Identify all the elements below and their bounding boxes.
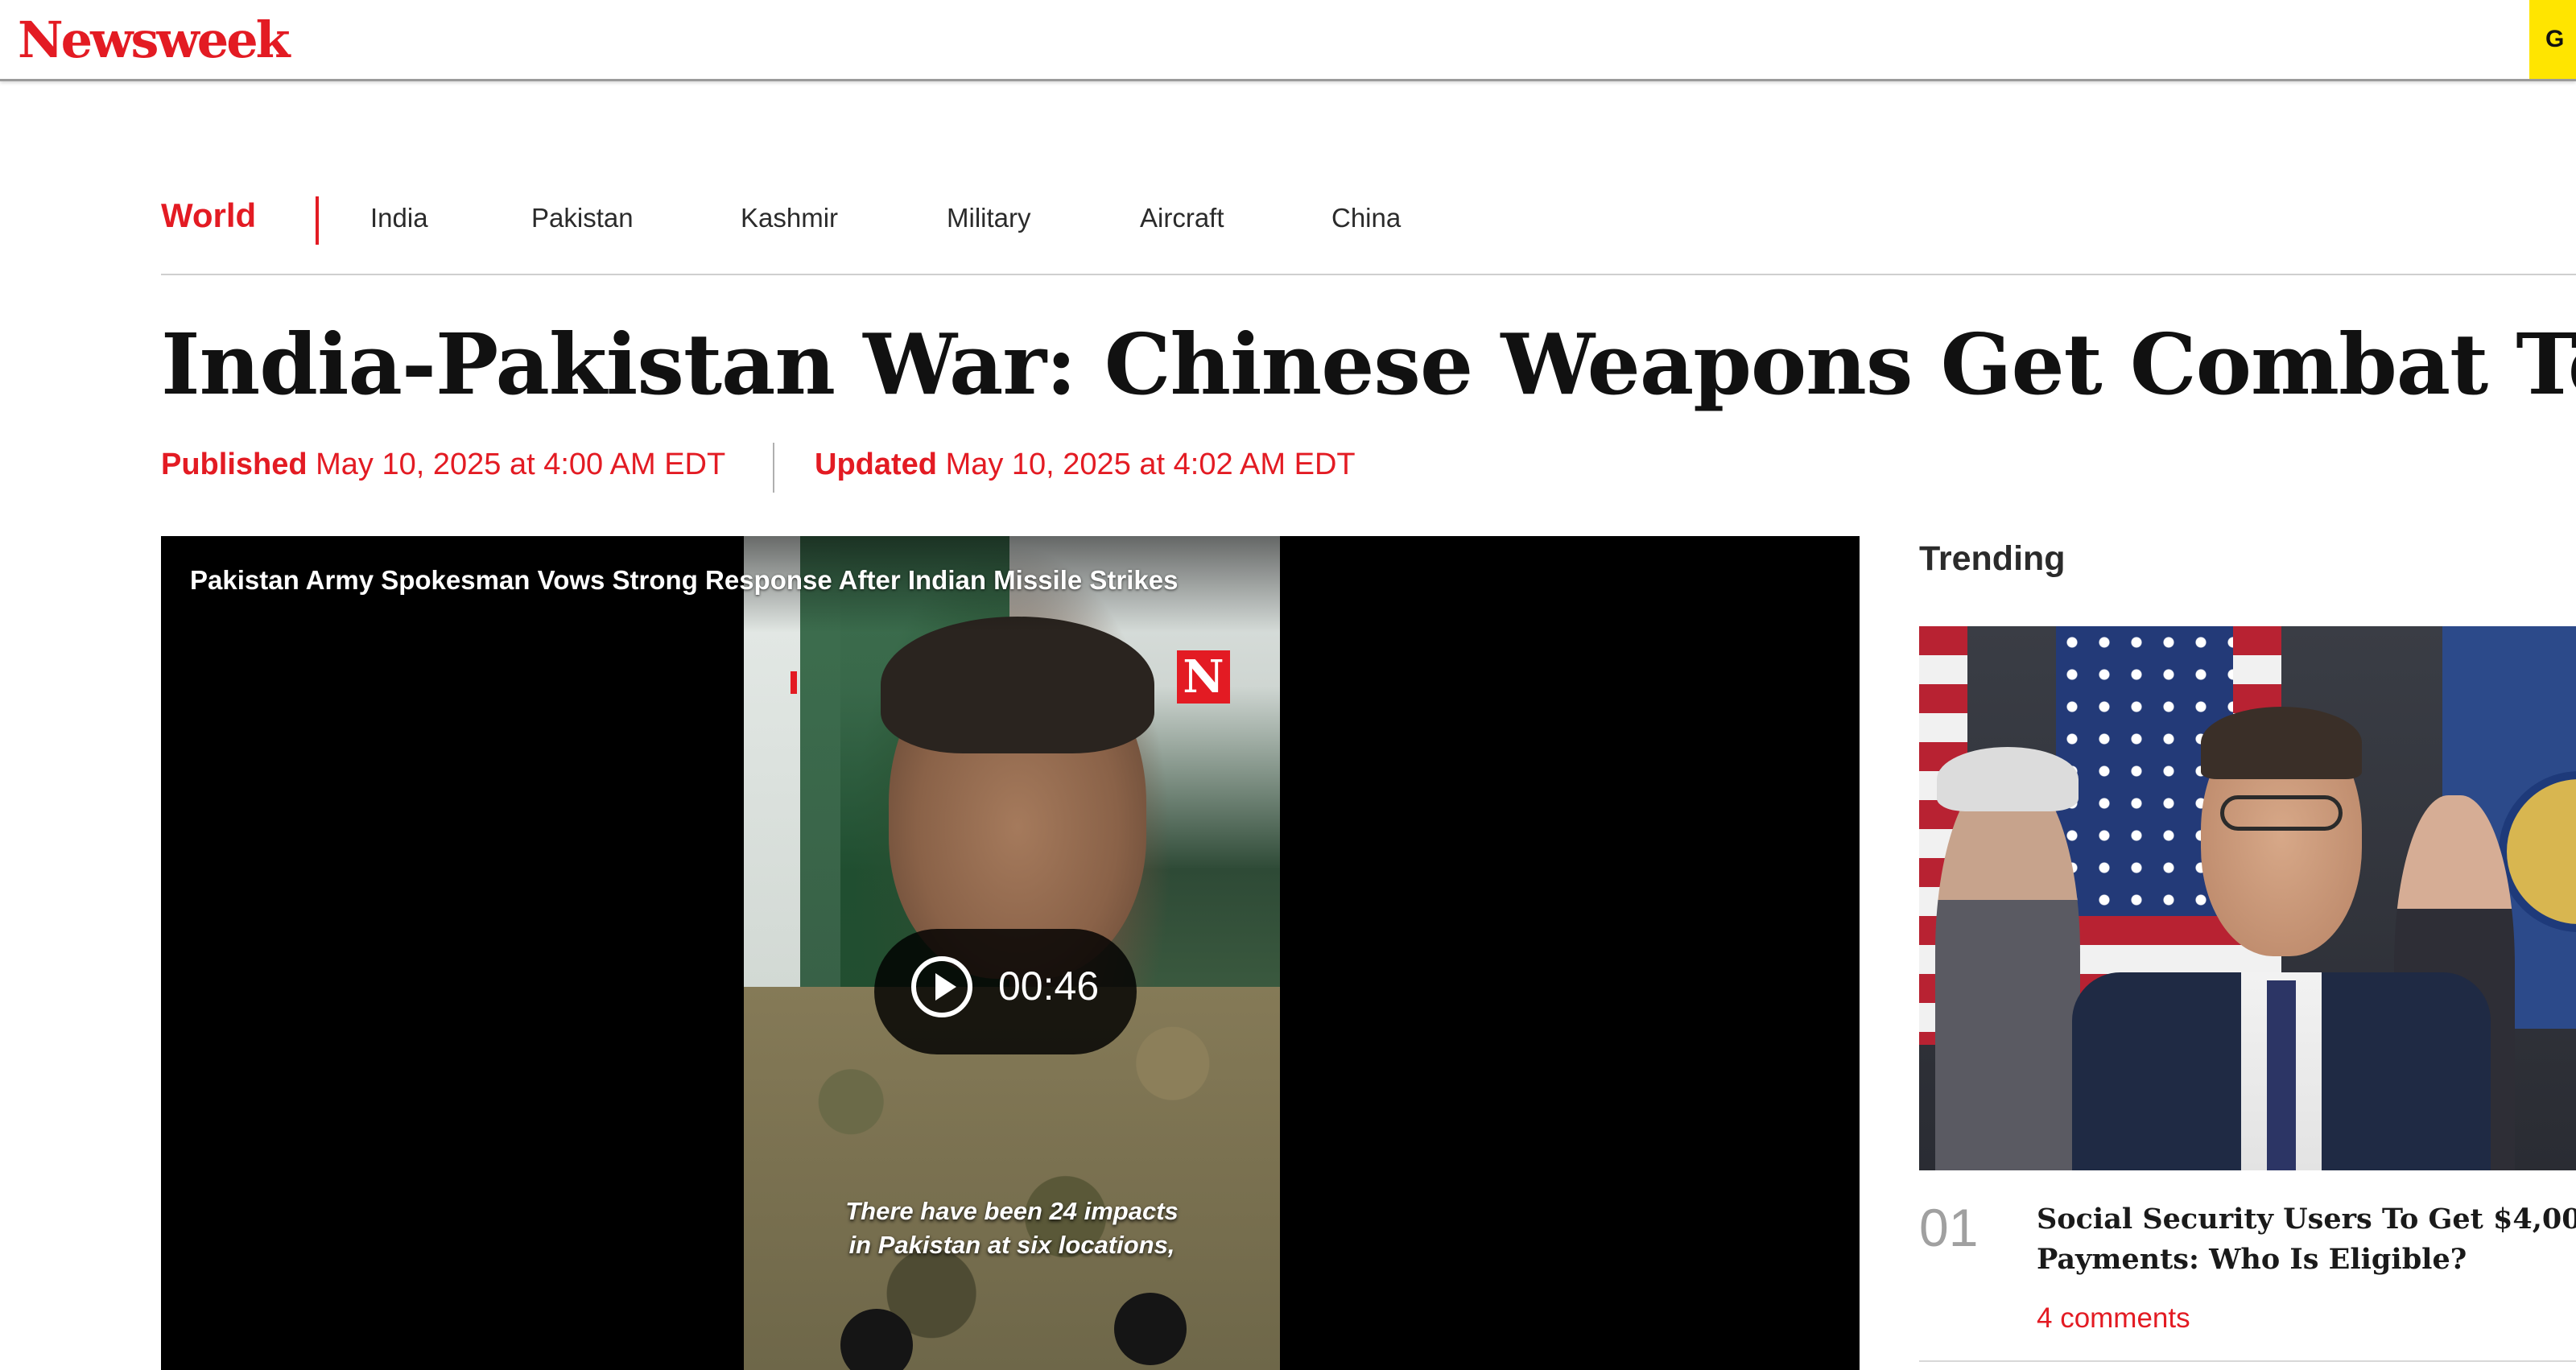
nav-item-military[interactable]: Military xyxy=(947,203,1031,233)
trending-rank: 01 xyxy=(1919,1198,1979,1257)
published-value: May 10, 2025 at 4:00 AM EDT xyxy=(316,448,726,481)
person-hair xyxy=(1937,747,2079,811)
article-headline: India-Pakistan War: Chinese Weapons Get … xyxy=(161,315,2576,414)
newsweek-logo[interactable]: Newsweek xyxy=(18,8,291,72)
newsweek-badge-icon: N xyxy=(1177,650,1230,704)
speaker-tie xyxy=(2267,980,2296,1170)
trending-headline[interactable]: Social Security Users To Get $4,000 Bo P… xyxy=(2037,1199,2576,1280)
trending-headline-line2[interactable]: Payments: Who Is Eligible? xyxy=(2037,1240,2576,1280)
red-mark xyxy=(791,671,797,694)
updated-date: Updated May 10, 2025 at 4:02 AM EDT xyxy=(815,448,1356,482)
play-button[interactable]: 00:46 xyxy=(874,929,1137,1054)
date-divider xyxy=(773,443,774,493)
nav-item-aircraft[interactable]: Aircraft xyxy=(1140,203,1224,233)
video-title: Pakistan Army Spokesman Vows Strong Resp… xyxy=(190,565,1179,595)
video-caption-line2: in Pakistan at six locations, xyxy=(848,1231,1175,1259)
video-player[interactable]: N Pakistan Army Spokesman Vows Strong Re… xyxy=(161,536,1860,1370)
thumbnail-hair xyxy=(881,617,1154,753)
site-header: Newsweek G xyxy=(0,0,2576,81)
published-date: Published May 10, 2025 at 4:00 AM EDT xyxy=(161,448,725,482)
play-icon xyxy=(911,956,972,1017)
updated-value: May 10, 2025 at 4:02 AM EDT xyxy=(945,448,1356,481)
trending-title: Trending xyxy=(1919,539,2066,578)
person-figure xyxy=(1935,771,2080,1170)
microphone-icon xyxy=(1114,1293,1187,1365)
nav-item-china[interactable]: China xyxy=(1331,203,1401,233)
trending-divider xyxy=(1919,1360,2576,1362)
updated-label: Updated xyxy=(815,448,937,481)
section-nav: World India Pakistan Kashmir Military Ai… xyxy=(161,187,2576,275)
trending-comments-link[interactable]: 4 comments xyxy=(2037,1302,2190,1335)
subscribe-button[interactable]: G xyxy=(2529,0,2576,79)
nav-divider xyxy=(316,196,319,245)
nav-item-kashmir[interactable]: Kashmir xyxy=(741,203,838,233)
published-label: Published xyxy=(161,448,308,481)
trending-image[interactable] xyxy=(1919,626,2576,1170)
video-caption: There have been 24 impacts in Pakistan a… xyxy=(744,1195,1280,1262)
video-duration: 00:46 xyxy=(998,964,1100,1009)
trending-headline-line1[interactable]: Social Security Users To Get $4,000 Bo xyxy=(2037,1199,2576,1240)
speaker-glasses xyxy=(2220,795,2343,831)
speaker-hair xyxy=(2201,707,2362,779)
video-caption-line1: There have been 24 impacts xyxy=(845,1197,1179,1225)
nav-item-pakistan[interactable]: Pakistan xyxy=(531,203,634,233)
nav-world[interactable]: World xyxy=(161,196,256,235)
nav-item-india[interactable]: India xyxy=(370,203,428,233)
